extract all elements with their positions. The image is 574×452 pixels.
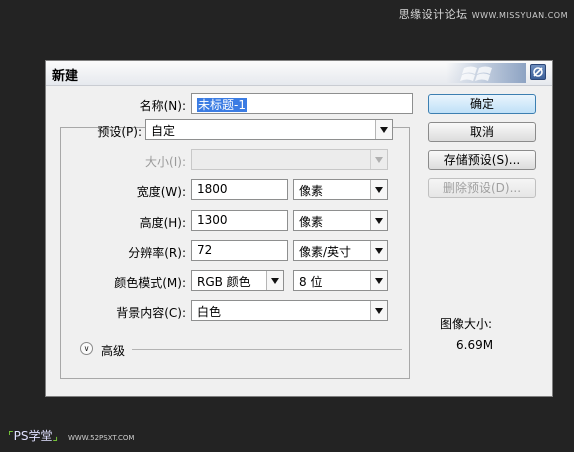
width-label: 宽度(W): bbox=[136, 185, 186, 199]
size-select[interactable] bbox=[191, 149, 388, 170]
width-unit-select[interactable]: 像素 bbox=[293, 179, 388, 200]
save-preset-button[interactable]: 存储预设(S)... bbox=[428, 150, 536, 170]
watermark-top-text: 思缘设计论坛 bbox=[398, 8, 468, 21]
chevron-down-icon bbox=[370, 271, 387, 290]
height-field[interactable]: 1300 bbox=[191, 210, 288, 231]
color-mode-select[interactable]: RGB 颜色 bbox=[191, 270, 284, 291]
watermark-bottom: ⌜PS学堂⌟ WWW.52PSXT.COM bbox=[8, 427, 134, 444]
background-select[interactable]: 白色 bbox=[191, 300, 388, 321]
name-value: 未标题-1 bbox=[197, 98, 247, 112]
preset-label: 预设(P): bbox=[97, 125, 142, 139]
advanced-label[interactable]: 高级 bbox=[101, 342, 125, 359]
ok-button[interactable]: 确定 bbox=[428, 94, 536, 114]
chevron-down-icon bbox=[375, 120, 392, 139]
expand-advanced-icon[interactable]: ∨ bbox=[80, 342, 93, 355]
watermark-top-url: WWW.MISSYUAN.COM bbox=[471, 11, 568, 20]
watermark-bottom-url: WWW.52PSXT.COM bbox=[67, 434, 135, 442]
dialog-titlebar: 新建 bbox=[46, 61, 552, 86]
chevron-down-icon bbox=[370, 301, 387, 320]
new-document-dialog: 新建 名称(N): 未标题-1 预设(P): 自定 大小(I): 宽度(W): … bbox=[45, 60, 553, 397]
resolution-label: 分辨率(R): bbox=[128, 246, 186, 260]
name-label: 名称(N): bbox=[139, 99, 186, 113]
color-mode-label: 颜色模式(M): bbox=[114, 276, 186, 290]
preset-value: 自定 bbox=[151, 124, 176, 138]
dialog-title: 新建 bbox=[52, 69, 79, 84]
bracket-icon: ⌟ bbox=[52, 429, 59, 443]
watermark-top: 思缘设计论坛 WWW.MISSYUAN.COM bbox=[399, 6, 568, 22]
background-label: 背景内容(C): bbox=[116, 306, 186, 320]
width-field[interactable]: 1800 bbox=[191, 179, 288, 200]
chevron-down-icon bbox=[370, 211, 387, 230]
resolution-unit-value: 像素/英寸 bbox=[299, 245, 352, 259]
height-unit-value: 像素 bbox=[299, 215, 324, 229]
image-size-value: 6.69M bbox=[456, 338, 494, 352]
chevron-down-icon bbox=[370, 241, 387, 260]
preset-select[interactable]: 自定 bbox=[145, 119, 393, 140]
chevron-down-icon bbox=[370, 180, 387, 199]
delete-preset-button[interactable]: 删除预设(D)... bbox=[428, 178, 536, 198]
bit-depth-select[interactable]: 8 位 bbox=[293, 270, 388, 291]
size-label: 大小(I): bbox=[145, 155, 186, 169]
name-field[interactable]: 未标题-1 bbox=[191, 93, 413, 114]
chevron-down-icon bbox=[266, 271, 283, 290]
close-button[interactable] bbox=[530, 64, 546, 80]
resolution-unit-select[interactable]: 像素/英寸 bbox=[293, 240, 388, 261]
resolution-field[interactable]: 72 bbox=[191, 240, 288, 261]
bit-depth-value: 8 位 bbox=[299, 275, 323, 289]
color-mode-value: RGB 颜色 bbox=[197, 275, 251, 289]
advanced-divider bbox=[132, 349, 402, 350]
background-value: 白色 bbox=[197, 305, 222, 319]
width-unit-value: 像素 bbox=[299, 184, 324, 198]
watermark-bottom-brand: PS学堂 bbox=[13, 429, 53, 443]
image-size-title: 图像大小: bbox=[440, 317, 493, 331]
windows-logo-icon bbox=[446, 63, 526, 83]
chevron-down-icon bbox=[370, 150, 387, 169]
cancel-button[interactable]: 取消 bbox=[428, 122, 536, 142]
height-unit-select[interactable]: 像素 bbox=[293, 210, 388, 231]
height-label: 高度(H): bbox=[139, 216, 186, 230]
close-icon bbox=[533, 67, 543, 77]
